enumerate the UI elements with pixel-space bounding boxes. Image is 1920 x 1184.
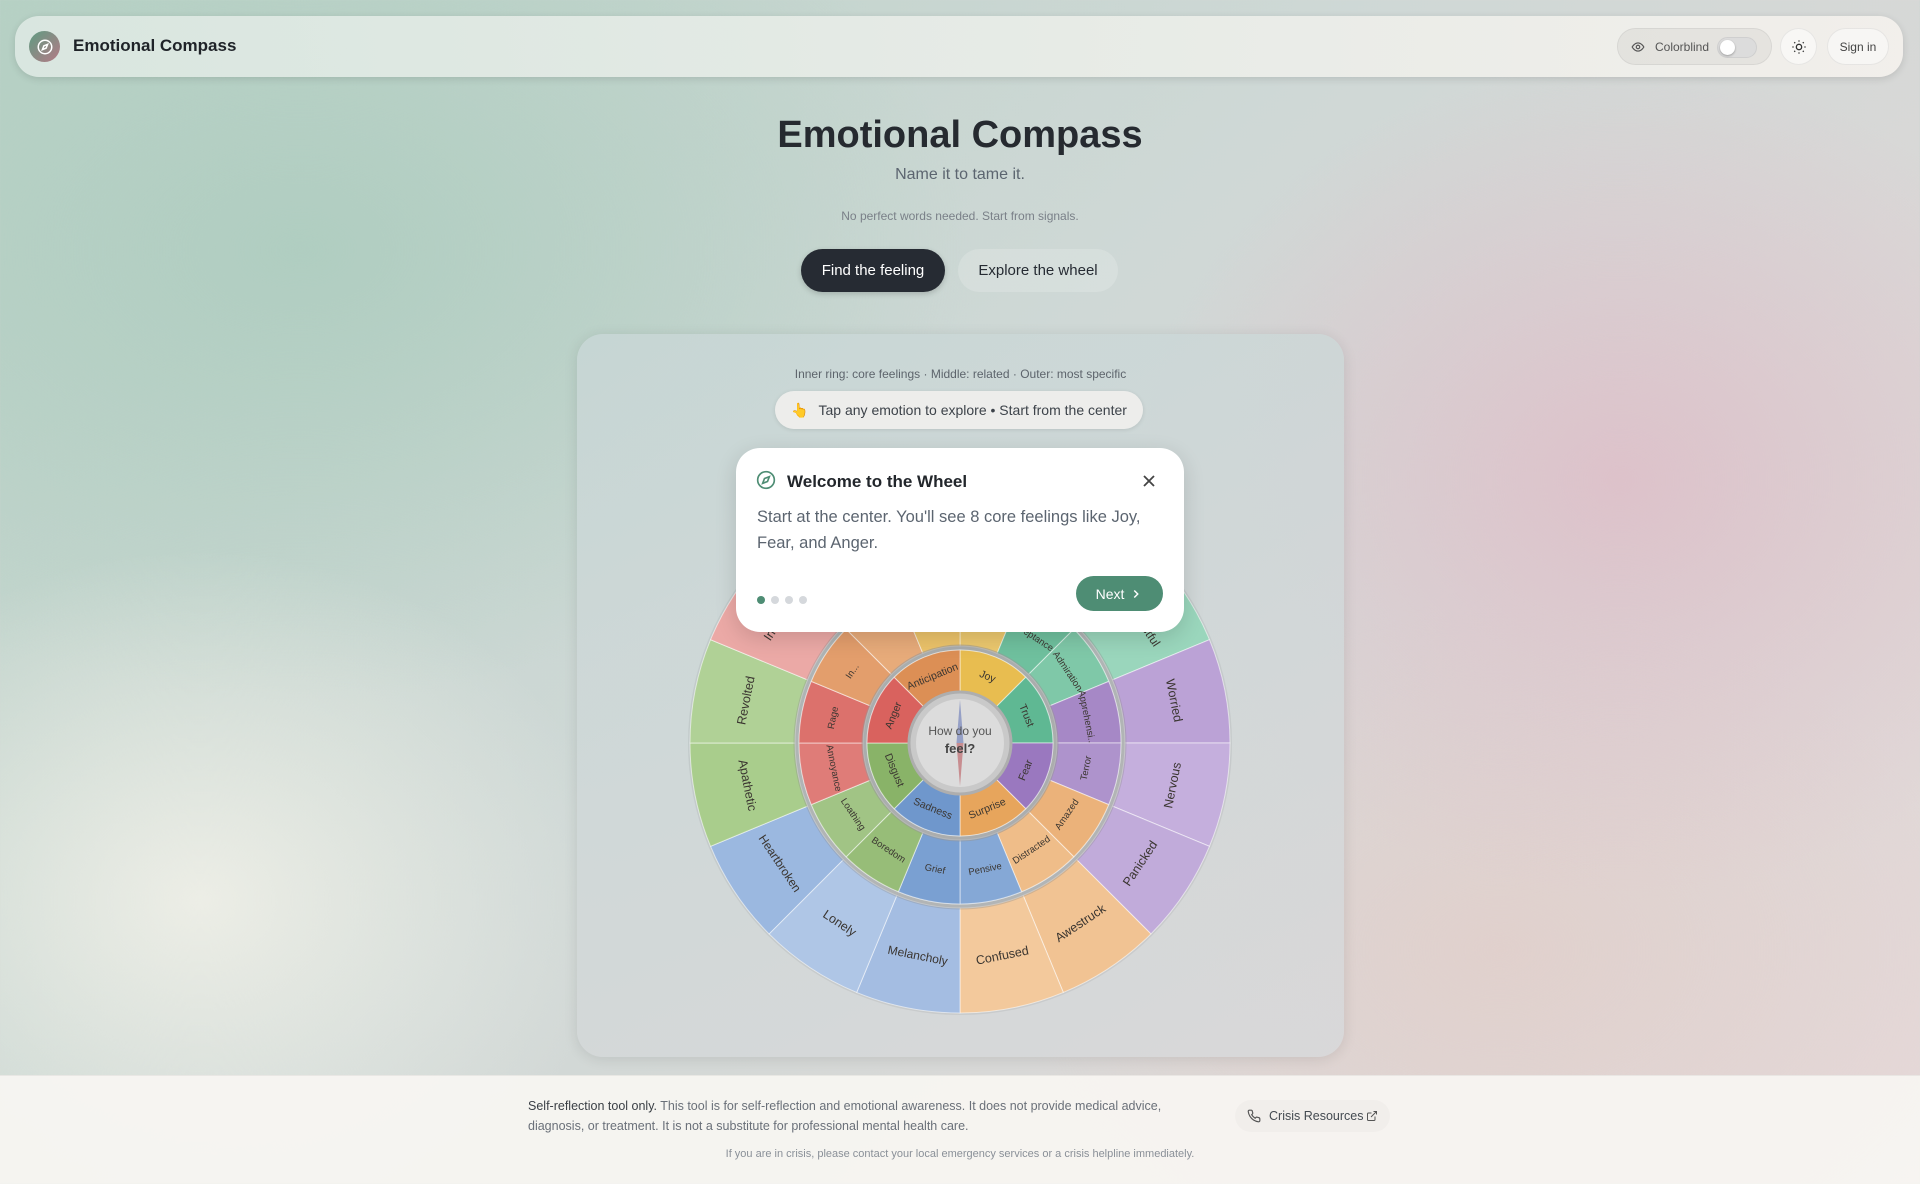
switch-knob <box>1720 40 1735 55</box>
step-dot-2 <box>771 596 779 604</box>
page-subtitle: Name it to tame it. <box>895 166 1025 183</box>
center-hub[interactable]: How do you feel? <box>907 690 1013 796</box>
eye-icon <box>1631 42 1645 52</box>
phone-icon <box>1247 1109 1261 1123</box>
colorblind-label: Colorblind <box>1655 40 1710 54</box>
emotion-wheel: RespectfulWorriedNervousPanickedAwestruc… <box>688 471 1232 1015</box>
step-dot-1 <box>757 596 765 604</box>
page-title: Emotional Compass <box>777 114 1143 156</box>
app-logo[interactable] <box>29 31 60 62</box>
tour-title: Welcome to the Wheel <box>787 472 968 491</box>
welcome-tour-popover: Welcome to the Wheel Start at the center… <box>736 448 1184 632</box>
step-dot-3 <box>785 596 793 604</box>
center-prompt-line2: feel? <box>945 741 975 756</box>
external-link-icon <box>1367 1111 1377 1121</box>
page-note: No perfect words needed. Start from sign… <box>841 209 1079 223</box>
colorblind-toggle-group[interactable]: Colorblind <box>1617 28 1772 65</box>
explore-the-wheel-button[interactable]: Explore the wheel <box>958 249 1118 292</box>
sign-in-button[interactable]: Sign in <box>1827 28 1889 65</box>
top-bar: Emotional Compass Colorblind Sign in <box>15 16 1903 77</box>
close-button[interactable] <box>1138 470 1160 492</box>
colorblind-switch[interactable] <box>1717 37 1757 58</box>
close-icon <box>1143 475 1155 487</box>
next-label: Next <box>1095 585 1125 602</box>
tour-step-indicator <box>757 591 813 609</box>
chevron-right-icon <box>1134 589 1140 598</box>
tour-body: Start at the center. You'll see 8 core f… <box>757 508 1141 552</box>
footer: Self-reflection tool only. This tool is … <box>0 1075 1920 1184</box>
step-dot-4 <box>799 596 807 604</box>
crisis-note: If you are in crisis, please contact you… <box>725 1148 1195 1160</box>
theme-toggle-button[interactable] <box>1780 28 1817 65</box>
disclaimer-lead: Self-reflection tool only. <box>528 1099 657 1113</box>
crisis-resources-link[interactable]: Crisis Resources <box>1235 1100 1390 1132</box>
app-name[interactable]: Emotional Compass <box>73 36 236 56</box>
wheel-card: Inner ring: core feelings · Middle: rela… <box>577 334 1344 1057</box>
disclaimer: Self-reflection tool only. This tool is … <box>528 1096 1198 1136</box>
compass-icon <box>37 39 52 54</box>
find-the-feeling-button[interactable]: Find the feeling <box>801 249 945 292</box>
tour-next-button[interactable]: Next <box>1076 576 1163 611</box>
crisis-label: Crisis Resources <box>1269 1109 1364 1123</box>
center-prompt-line1: How do you <box>928 724 991 738</box>
sun-icon <box>1791 39 1806 54</box>
compass-icon <box>756 470 776 490</box>
